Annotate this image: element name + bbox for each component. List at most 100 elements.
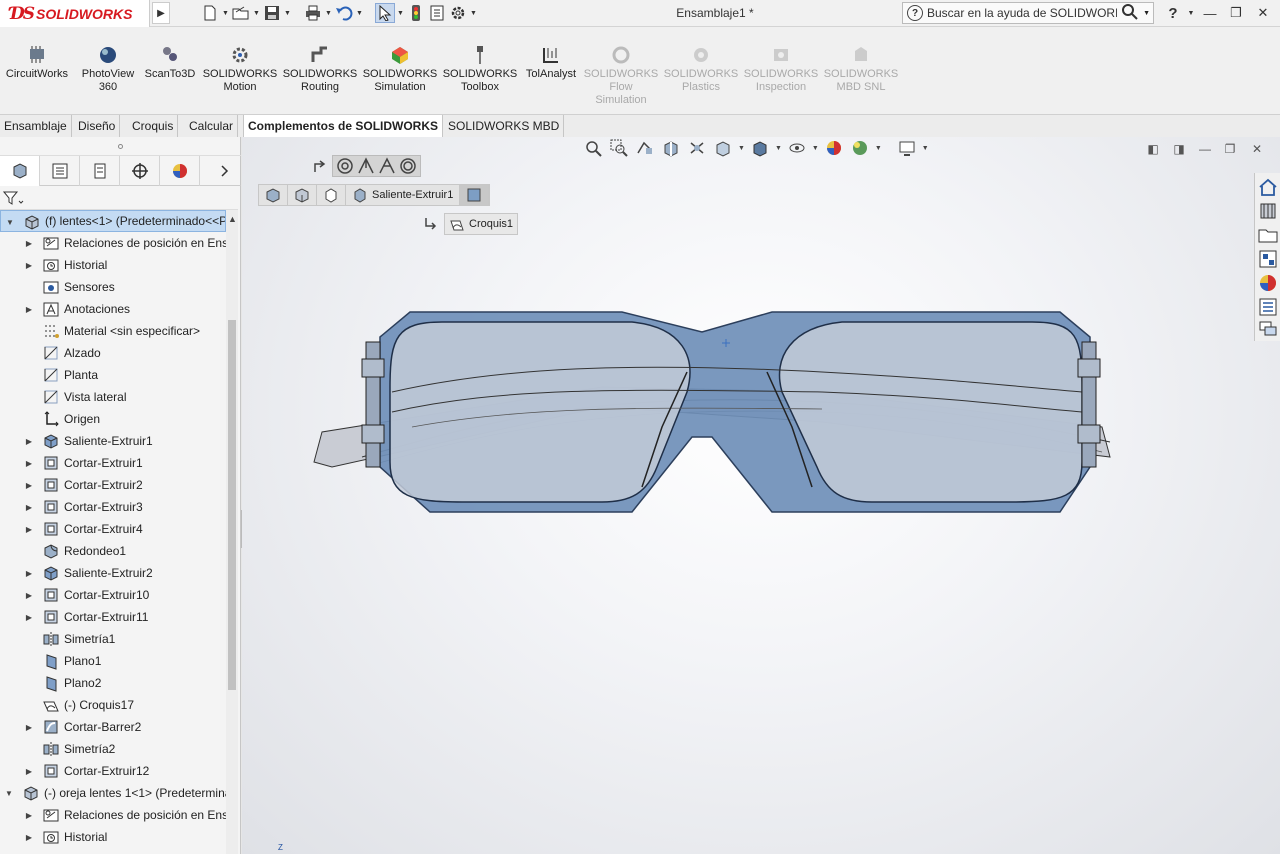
breadcrumb-sketch[interactable]: Croquis1 [444,213,519,235]
expand-arrow-icon[interactable]: ▶ [24,722,34,732]
collapse-arrow-icon[interactable]: ▼ [4,788,14,798]
graphics-area[interactable]: ▼ ▼ ▼ ▼ ▼ ◧ ◨ — ❐ ✕ Saliente-Extruir1 Cr… [242,137,1280,854]
view-settings-dropdown-icon[interactable]: ▼ [922,145,929,152]
tree-scrollbar[interactable]: ▲ [226,210,238,854]
expand-arrow-icon[interactable]: ▶ [24,502,34,512]
forum-chat-icon[interactable] [1258,319,1278,339]
tree-item[interactable]: ▶ Relaciones de posición en Ens [0,804,226,826]
viewport-tile-right-icon[interactable]: ◨ [1168,140,1190,158]
tree-item[interactable]: Alzado [0,342,226,364]
tree-item[interactable]: ▶ Relaciones de posición en Ens [0,232,226,254]
viewport-tile-left-icon[interactable]: ◧ [1142,140,1164,158]
apply-scene-dropdown-icon[interactable]: ▼ [875,145,882,152]
undo-icon[interactable] [334,3,354,23]
tab-diseno[interactable]: Diseño [74,115,121,137]
tree-item[interactable]: Planta [0,364,226,386]
featuremanager-tree-icon[interactable] [0,156,40,186]
tree-item[interactable]: Simetría1 [0,628,226,650]
breadcrumb-part-icon[interactable] [288,185,317,205]
apply-scene-icon[interactable] [849,138,871,158]
hide-show-items-icon[interactable] [786,138,808,158]
display-style-dropdown-icon[interactable]: ▼ [775,145,782,152]
tree-item[interactable]: ▶ Cortar-Extruir10 [0,584,226,606]
file-properties-icon[interactable] [427,3,447,23]
open-folder-icon[interactable] [231,3,251,23]
expand-arrow-icon[interactable]: ▶ [24,304,34,314]
viewport-minimize-icon[interactable]: — [1194,140,1216,158]
expand-arrow-icon[interactable]: ▶ [24,458,34,468]
expand-arrow-icon[interactable]: ▶ [24,568,34,578]
view-orientation-icon[interactable] [712,138,734,158]
hide-show-dropdown-icon[interactable]: ▼ [812,145,819,152]
expand-arrow-icon[interactable]: ▶ [24,612,34,622]
design-library-icon[interactable] [1258,201,1278,221]
custom-properties-icon[interactable] [1258,297,1278,317]
search-dropdown-icon[interactable]: ▼ [1143,10,1150,17]
tree-component[interactable]: ▼ (-) oreja lentes 1<1> (Predetermina [0,782,226,804]
dynamic-annotation-icon[interactable] [686,138,708,158]
print-dropdown-icon[interactable]: ▼ [324,10,333,17]
save-dropdown-icon[interactable]: ▼ [283,10,292,17]
scanto3d-button[interactable]: ScanTo3D [142,45,198,81]
tab-croquis[interactable]: Croquis [128,115,179,137]
tree-item[interactable]: ▶ Cortar-Barrer2 [0,716,226,738]
new-doc-icon[interactable] [200,3,220,23]
view-orientation-dropdown-icon[interactable]: ▼ [738,145,745,152]
plastics-button[interactable]: SOLIDWORKS Plastics [662,45,740,94]
expand-arrow-icon[interactable]: ▶ [24,590,34,600]
options-dropdown-icon[interactable]: ▼ [469,10,478,17]
home-icon[interactable] [1258,177,1278,197]
concentric-icon[interactable] [336,157,354,175]
select-dropdown-icon[interactable]: ▼ [396,10,405,17]
help-search-input[interactable]: Buscar en la ayuda de SOLIDWORKS [927,6,1117,20]
panel-more-chevron-icon[interactable] [210,156,240,186]
appearances-scenes-icon[interactable] [1258,273,1278,293]
view-settings-monitor-icon[interactable] [896,138,918,158]
tree-item[interactable]: Redondeo1 [0,540,226,562]
help-search-box[interactable]: ? Buscar en la ayuda de SOLIDWORKS ▼ [902,2,1154,24]
tolanalyst-button[interactable]: TolAnalyst [522,45,580,81]
tree-item[interactable]: Vista lateral [0,386,226,408]
photoview-360-button[interactable]: PhotoView 360 [76,45,140,94]
inspection-button[interactable]: SOLIDWORKS Inspection [742,45,820,94]
viewport-close-icon[interactable]: ✕ [1246,140,1268,158]
print-icon[interactable] [303,3,323,23]
expand-arrow-icon[interactable]: ▶ [24,832,34,842]
scroll-up-arrow-icon[interactable]: ▲ [228,214,237,224]
edit-appearance-icon[interactable] [823,138,845,158]
tree-item[interactable]: ▶ Cortar-Extruir1 [0,452,226,474]
solidworks-routing-button[interactable]: SOLIDWORKS Routing [282,45,358,94]
restore-icon[interactable]: ❐ [1225,4,1247,22]
section-view-icon[interactable] [660,138,682,158]
solidworks-motion-button[interactable]: SOLIDWORKS Motion [202,45,278,94]
tree-item[interactable]: ▶ Historial [0,826,226,848]
tree-component[interactable]: ▼ (f) lentes<1> (Predeterminado<<P [0,210,226,232]
tab-calcular[interactable]: Calcular [185,115,239,137]
expand-arrow-icon[interactable]: ▶ [24,260,34,270]
tree-item[interactable]: Material <sin especificar> [0,320,226,342]
tree-item[interactable]: ▶ Historial [0,254,226,276]
expand-arrow-icon[interactable]: ▶ [24,524,34,534]
tab-ensamblaje[interactable]: Ensamblaje [0,115,72,137]
tree-item[interactable]: Origen [0,408,226,430]
breadcrumb-assembly-icon[interactable] [259,185,288,205]
collapse-arrow-icon[interactable]: ▼ [5,217,15,227]
breadcrumb-body-icon[interactable] [317,185,346,205]
tree-item[interactable]: ▶ Saliente-Extruir1 [0,430,226,452]
angle-icon[interactable] [357,157,375,175]
perpendicular-icon[interactable] [378,157,396,175]
tree-item[interactable]: Plano2 [0,672,226,694]
filter-funnel-icon[interactable] [3,190,25,206]
zoom-to-area-icon[interactable] [608,138,630,158]
mbd-snl-button[interactable]: SOLIDWORKS MBD SNL [822,45,900,94]
panel-grip-handle[interactable] [0,137,241,156]
tab-complementos[interactable]: Complementos de SOLIDWORKS [243,115,444,137]
solidworks-toolbox-button[interactable]: SOLIDWORKS Toolbox [442,45,518,94]
expand-arrow-icon[interactable]: ▶ [24,810,34,820]
display-style-icon[interactable] [749,138,771,158]
tree-filter-bar[interactable] [0,186,238,210]
file-explorer-icon[interactable] [1258,225,1278,245]
expand-arrow-icon[interactable]: ▶ [24,766,34,776]
breadcrumb-face-icon[interactable] [460,185,490,205]
menu-expand-arrow-icon[interactable]: ▶ [152,2,170,24]
